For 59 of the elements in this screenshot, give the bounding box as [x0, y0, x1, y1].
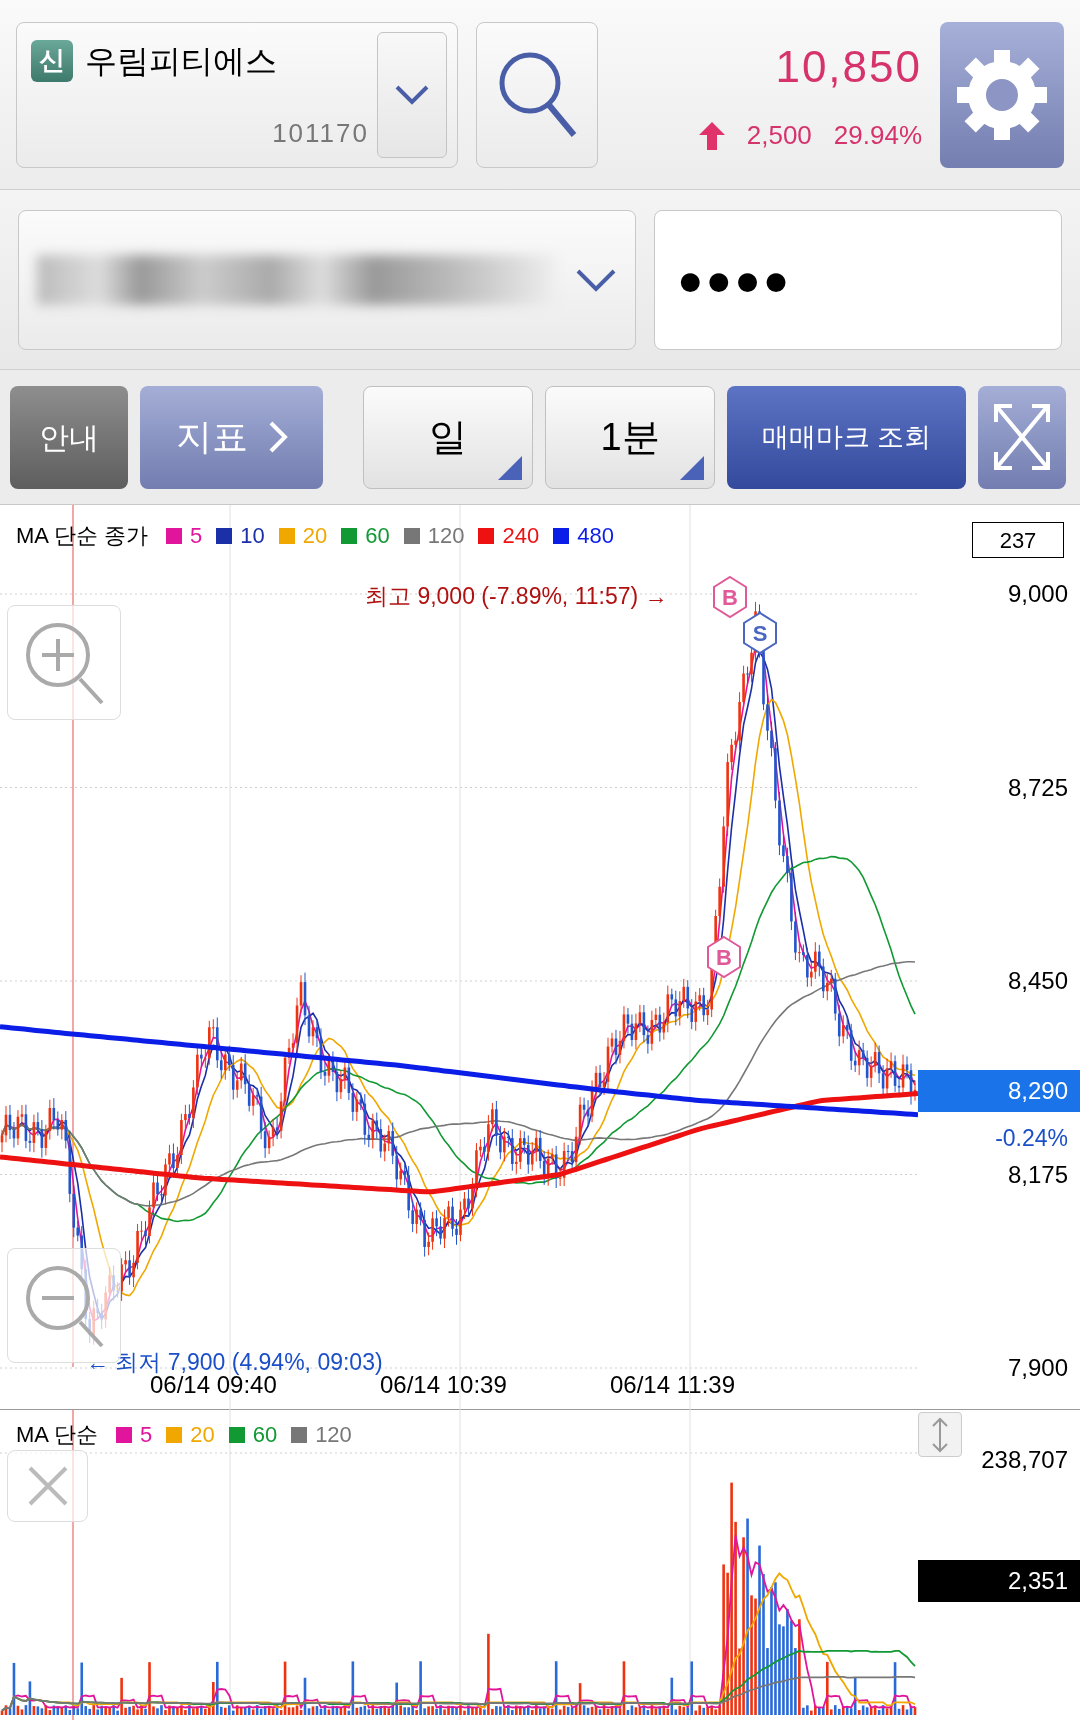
sell-mark: S	[743, 611, 777, 655]
account-selector[interactable]	[18, 209, 636, 350]
time-axis-label: 06/14 10:39	[380, 1373, 507, 1397]
dropdown-button[interactable]	[377, 31, 447, 158]
volume-axis-label: 238,707	[981, 1445, 1068, 1475]
low-price-note: ← 최저 7,900 (4.94%, 09:03)	[86, 1348, 383, 1376]
zoom-in-button[interactable]	[7, 605, 121, 720]
corner-triangle-icon	[680, 455, 704, 480]
expand-icon	[992, 402, 1052, 472]
bar-count: 237	[972, 522, 1064, 558]
legend-label: 240	[502, 522, 540, 550]
price-axis-label: 8,725	[1007, 775, 1068, 800]
legend-label: 10	[240, 522, 265, 550]
fullscreen-button[interactable]	[978, 385, 1066, 489]
legend-label: 120	[427, 522, 465, 550]
arrow-up-icon	[698, 121, 725, 150]
legend-title: MA 단순 종가	[16, 522, 148, 550]
guide-button[interactable]: 안내	[10, 385, 128, 489]
settings-icon	[955, 47, 1049, 142]
legend-label: 20	[302, 522, 328, 550]
time-axis-label: 06/14 11:39	[610, 1373, 735, 1397]
legend-label: 60	[365, 522, 390, 550]
price-axis-label: 9,000	[1007, 582, 1068, 606]
settings-button[interactable]	[940, 21, 1064, 168]
stock-name: 우림피티에스	[85, 41, 277, 81]
current-price: 10,850	[775, 41, 922, 93]
current-volume-label: 2,351	[918, 1560, 1080, 1602]
period-dropdown[interactable]: 일	[363, 385, 533, 489]
buy-mark: B	[713, 575, 747, 619]
legend-label: 120	[315, 1421, 352, 1449]
search-button[interactable]	[476, 21, 598, 168]
legend-title: MA 단순	[16, 1421, 98, 1449]
legend-label: 20	[190, 1421, 215, 1449]
stock-selector[interactable]: 신 우림피티에스 101170	[16, 21, 458, 168]
legend-label: 60	[252, 1421, 278, 1449]
legend-label: 5	[139, 1421, 153, 1449]
chevron-down-icon	[394, 83, 430, 106]
price-change: 2,500	[746, 119, 812, 152]
period-dropdown[interactable]: 1분	[545, 385, 715, 489]
price-axis-label: 8,175	[1007, 1162, 1068, 1187]
buy-mark: B	[707, 935, 741, 979]
chevron-down-icon	[575, 267, 617, 292]
current-price-label: 8,290	[918, 1070, 1080, 1112]
high-price-note: 최고 9,000 (-7.89%, 11:57) →	[365, 582, 668, 611]
change-rate: 29.94%	[833, 119, 922, 152]
resize-button[interactable]	[918, 1412, 962, 1457]
chevron-right-icon	[267, 420, 288, 454]
trade-mark-button[interactable]: 매매마크 조회	[727, 385, 966, 489]
legend-label: 5	[190, 522, 203, 550]
price-axis-label: 8,450	[1007, 969, 1068, 993]
stock-badge: 신	[31, 39, 73, 82]
up-down-arrow-icon	[930, 1416, 950, 1453]
legend-label: 480	[577, 522, 614, 550]
close-button[interactable]	[7, 1450, 88, 1522]
corner-triangle-icon	[498, 455, 522, 480]
password-field[interactable]: ●●●●	[654, 209, 1062, 350]
stock-code: 101170	[272, 116, 369, 150]
price-axis-label: 7,900	[1007, 1356, 1068, 1380]
current-change-label: -0.24%	[995, 1124, 1068, 1153]
